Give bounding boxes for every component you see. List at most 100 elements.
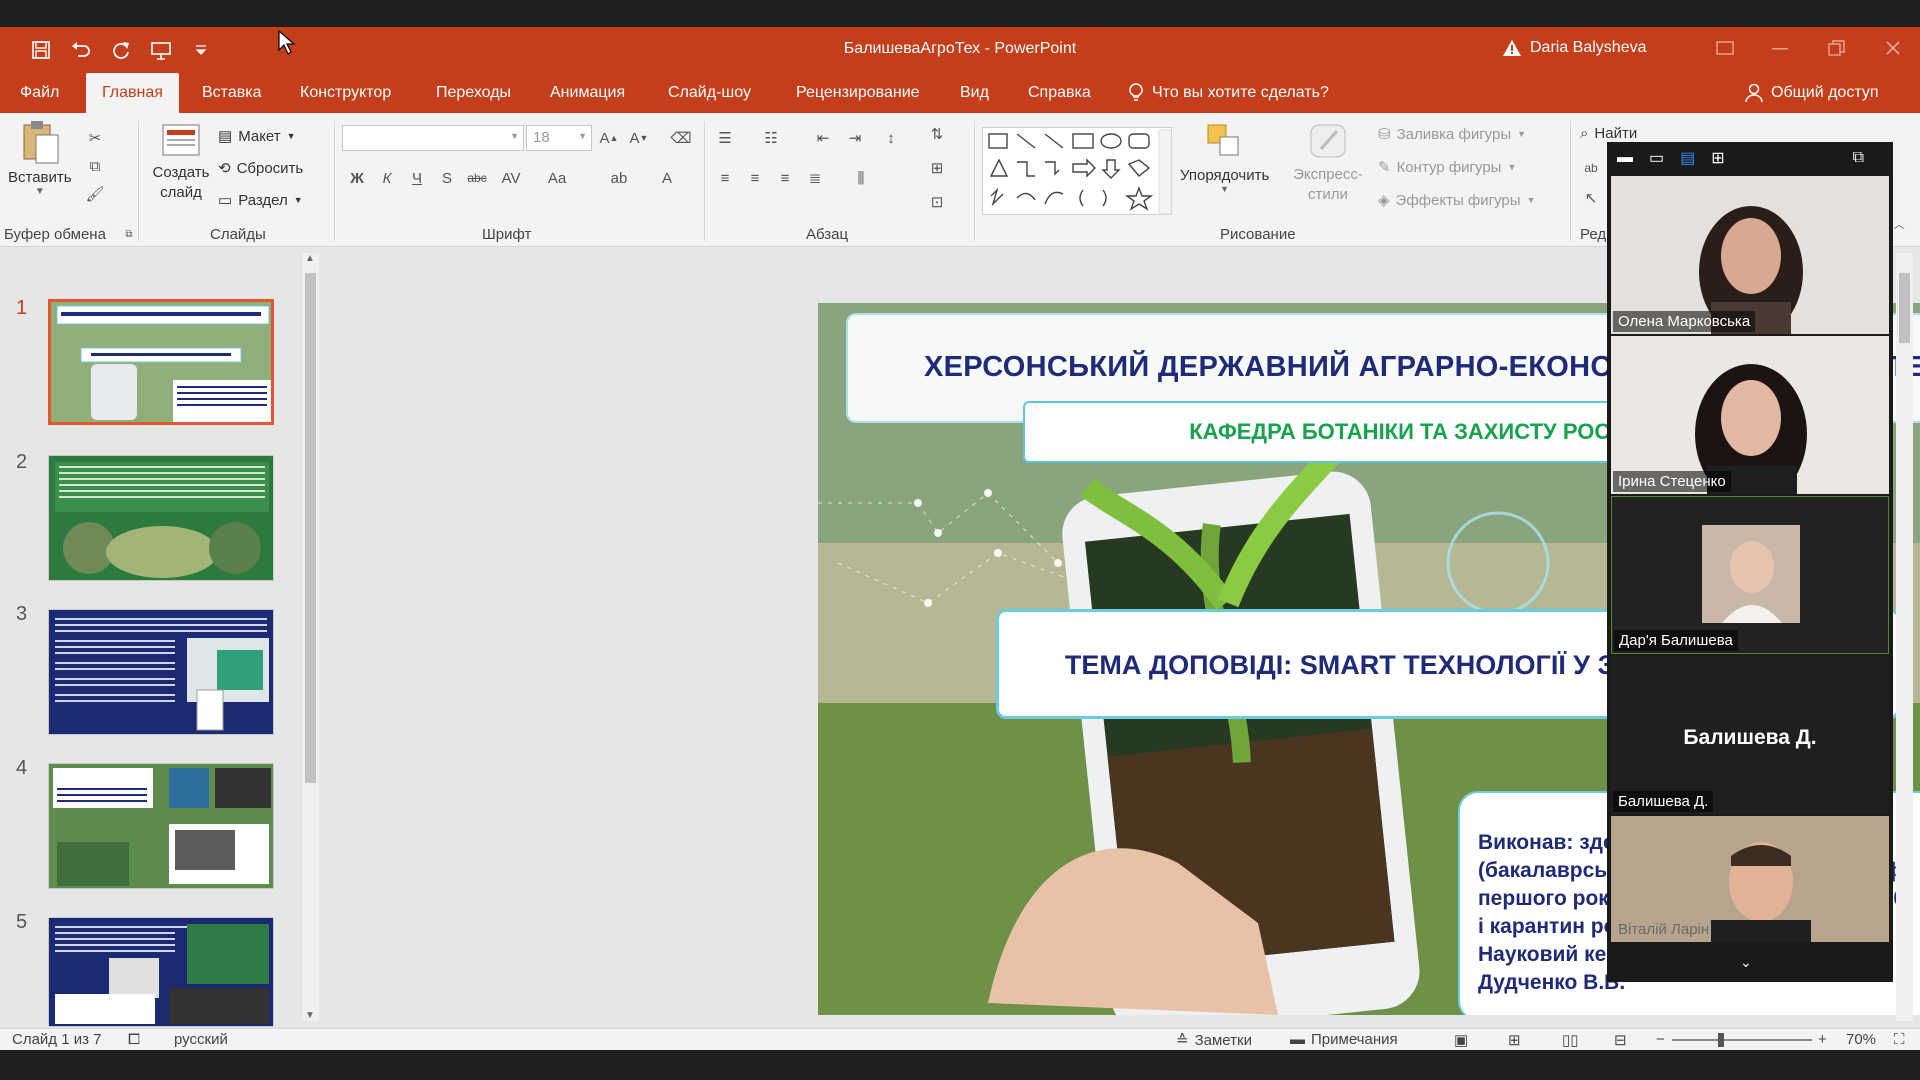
tab-file[interactable]: Файл — [4, 73, 75, 113]
lightbulb-icon — [1129, 83, 1143, 101]
zoom-level[interactable]: 70% — [1846, 1031, 1876, 1048]
gallery-view-icon[interactable]: ⊞ — [1711, 148, 1724, 168]
tab-home[interactable]: Главная — [86, 73, 179, 113]
notes-button[interactable]: ≙ Заметки — [1176, 1031, 1252, 1050]
slide-sorter-icon[interactable]: ⊞ — [1508, 1031, 1521, 1049]
comments-button[interactable]: ▬ Примечания — [1290, 1031, 1398, 1048]
highlight-icon[interactable]: ab — [608, 167, 630, 189]
grow-font-icon[interactable]: A ▲ — [598, 127, 620, 149]
tell-me-search[interactable]: Что вы хотите сделать? — [1128, 73, 1329, 113]
numbering-icon[interactable]: ☷ — [760, 127, 782, 149]
shrink-font-icon[interactable]: A ▼ — [628, 127, 650, 149]
arrange-button[interactable]: Упорядочить ▼ — [1180, 121, 1269, 194]
font-color-icon[interactable]: A — [656, 167, 678, 189]
clear-formatting-icon[interactable]: ⌫ — [670, 127, 692, 149]
font-name-combo[interactable]: ▼ — [342, 125, 524, 151]
align-left-icon[interactable]: ≡ — [714, 167, 736, 189]
select-icon[interactable]: ↖ — [1580, 187, 1602, 209]
character-spacing-icon[interactable]: AV — [500, 167, 522, 189]
share-button[interactable]: Общий доступ — [1745, 73, 1879, 113]
increase-indent-icon[interactable]: ⇥ — [844, 127, 866, 149]
decrease-indent-icon[interactable]: ⇤ — [812, 127, 834, 149]
strikethrough-icon[interactable]: abc — [466, 167, 488, 189]
change-case-icon[interactable]: Aa — [546, 167, 568, 189]
tab-view[interactable]: Вид — [944, 73, 1005, 113]
zoom-slider-knob[interactable] — [1718, 1033, 1724, 1047]
shapes-gallery[interactable] — [982, 127, 1172, 215]
shape-fill-button[interactable]: ⛁ Заливка фигуры ▼ — [1378, 125, 1526, 144]
align-text-icon[interactable]: ⊞ — [926, 157, 948, 179]
collapse-icon[interactable]: ▭ — [1649, 148, 1664, 168]
minimize-icon[interactable]: ▬ — [1617, 149, 1633, 167]
scroll-down-icon[interactable]: ▼ — [305, 1010, 315, 1021]
new-slide-button[interactable]: Создать слайд — [146, 121, 216, 203]
replace-icon[interactable]: ab — [1580, 157, 1602, 179]
ribbon-display-icon[interactable] — [1712, 35, 1738, 61]
participant-tile[interactable]: Балишева Д. Балишева Д. — [1611, 656, 1889, 814]
paste-button[interactable]: Вставить ▼ — [8, 119, 72, 197]
user-account[interactable]: Daria Balysheva — [1502, 39, 1647, 57]
tab-design[interactable]: Конструктор — [284, 73, 407, 113]
speaker-view-icon[interactable]: ▤ — [1680, 148, 1695, 168]
thumbnail-scrollbar[interactable]: ▲ ▼ — [302, 253, 319, 1021]
tab-insert[interactable]: Вставка — [186, 73, 277, 113]
tab-help[interactable]: Справка — [1012, 73, 1107, 113]
tab-slideshow[interactable]: Слайд-шоу — [652, 73, 767, 113]
participant-tile[interactable]: Дар'я Балишева — [1611, 496, 1889, 654]
align-center-icon[interactable]: ≡ — [744, 167, 766, 189]
slide-thumbnail[interactable] — [48, 455, 274, 581]
slide-thumbnail[interactable] — [48, 299, 274, 425]
text-direction-icon[interactable]: ⇅ — [926, 123, 948, 145]
normal-view-icon[interactable]: ▣ — [1454, 1031, 1468, 1049]
slideshow-view-icon[interactable]: ⊟ — [1614, 1031, 1627, 1049]
scrollbar-thumb[interactable] — [305, 273, 316, 783]
dialog-launcher-icon[interactable]: ⧉ — [118, 223, 140, 245]
scroll-up-icon[interactable]: ▲ — [305, 253, 315, 264]
close-icon[interactable] — [1880, 35, 1906, 61]
chevron-down-icon[interactable]: ⌄ — [1740, 954, 1752, 971]
align-right-icon[interactable]: ≡ — [774, 167, 796, 189]
slide-scrollbar[interactable] — [1896, 253, 1913, 1021]
font-size-combo[interactable]: 18 ▼ — [526, 125, 592, 151]
zoom-out-icon[interactable]: − — [1656, 1031, 1665, 1048]
text-shadow-icon[interactable]: S — [436, 167, 458, 189]
shape-outline-button[interactable]: ✎ Контур фигуры ▼ — [1378, 158, 1516, 177]
minimize-icon[interactable] — [1768, 35, 1794, 61]
zoom-slider[interactable] — [1672, 1039, 1812, 1041]
columns-icon[interactable]: ⫼ — [850, 167, 872, 189]
shape-effects-button[interactable]: ◈ Эффекты фигуры ▼ — [1378, 191, 1535, 210]
shapes-gallery-icons — [988, 129, 1172, 215]
underline-icon[interactable]: Ч — [406, 167, 428, 189]
section-button[interactable]: ▭ Раздел ▼ — [218, 191, 303, 210]
bold-icon[interactable]: Ж — [346, 167, 368, 189]
exit-panel-icon[interactable]: ⧉ — [1853, 149, 1864, 167]
spellcheck-icon[interactable]: ⧠ — [128, 1031, 140, 1048]
reading-view-icon[interactable]: ▯▯ — [1562, 1031, 1579, 1049]
bullets-icon[interactable]: ☰ — [714, 127, 736, 149]
format-painter-icon[interactable]: 🖌 — [84, 183, 106, 205]
restore-icon[interactable] — [1824, 35, 1850, 61]
fit-to-window-icon[interactable]: ⛶ — [1894, 1031, 1905, 1048]
layout-button[interactable]: ▤ Макет ▼ — [218, 127, 296, 146]
find-button[interactable]: ⌕ Найти — [1580, 125, 1637, 142]
slide-thumbnail[interactable] — [48, 917, 274, 1027]
quick-styles-button[interactable]: Экспресс-стили — [1286, 121, 1370, 205]
tab-review[interactable]: Рецензирование — [780, 73, 936, 113]
line-spacing-icon[interactable]: ↕ — [880, 127, 902, 149]
participant-tile[interactable]: Олена Марковська — [1611, 176, 1889, 334]
justify-icon[interactable]: ≣ — [804, 167, 826, 189]
slide-thumbnail[interactable] — [48, 609, 274, 735]
smartart-icon[interactable]: ⊡ — [926, 191, 948, 213]
cut-icon[interactable]: ✂ — [84, 127, 106, 149]
reset-button[interactable]: ⟲ Сбросить — [218, 159, 303, 178]
zoom-in-icon[interactable]: + — [1818, 1031, 1827, 1048]
copy-icon[interactable]: ⧉ — [84, 155, 106, 177]
participant-tile[interactable]: Віталій Ларін — [1611, 816, 1889, 942]
slide-thumbnail[interactable] — [48, 763, 274, 889]
tab-transitions[interactable]: Переходы — [420, 73, 527, 113]
tab-animations[interactable]: Анимация — [534, 73, 641, 113]
italic-icon[interactable]: К — [376, 167, 398, 189]
language-indicator[interactable]: русский — [174, 1031, 228, 1048]
scrollbar-thumb[interactable] — [1899, 273, 1910, 343]
participant-tile[interactable]: Ірина Стеценко — [1611, 336, 1889, 494]
